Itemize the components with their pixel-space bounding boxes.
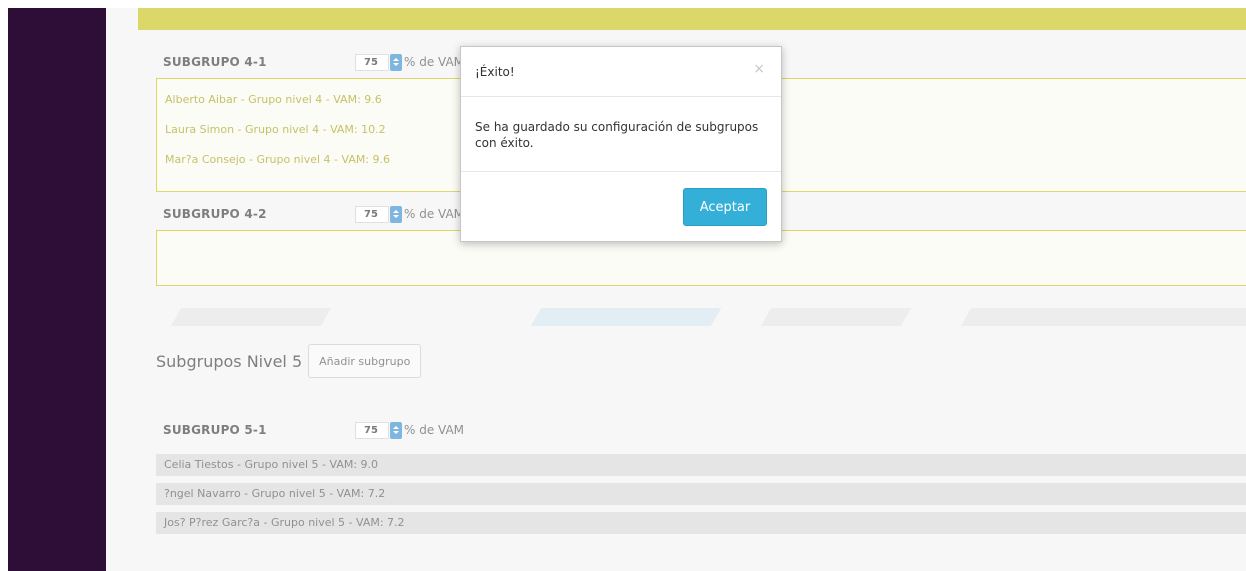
- main-content: SUBGRUPO 4-1 75 % de VAM Alberto Aibar -…: [106, 8, 1246, 571]
- sidebar: [8, 8, 106, 571]
- dialog-header: ¡Éxito! ×: [461, 47, 781, 97]
- dialog-title: ¡Éxito!: [475, 64, 515, 79]
- success-dialog: ¡Éxito! × Se ha guardado su configuració…: [460, 46, 782, 242]
- accept-button[interactable]: Aceptar: [683, 188, 767, 226]
- dialog-message: Se ha guardado su configuración de subgr…: [461, 97, 781, 172]
- app-frame: SUBGRUPO 4-1 75 % de VAM Alberto Aibar -…: [8, 8, 1246, 571]
- dialog-footer: Aceptar: [461, 172, 781, 242]
- close-icon[interactable]: ×: [753, 61, 765, 77]
